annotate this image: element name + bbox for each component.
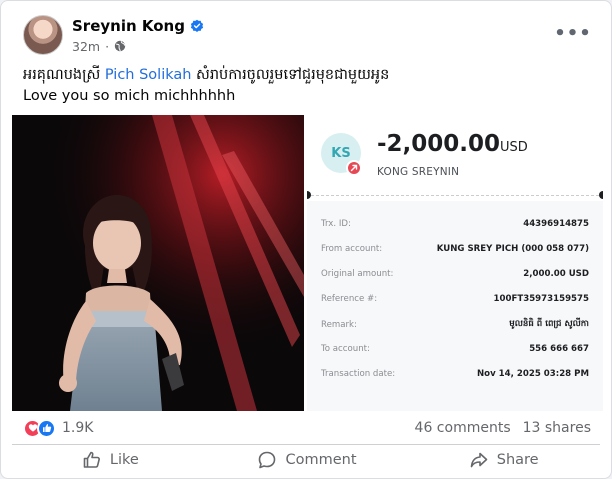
- caption-before-tag: អរគុណបងស្រី: [23, 67, 105, 83]
- comment-button[interactable]: Comment: [209, 445, 406, 475]
- receipt-header: KS -2,000.00 USD KONG SREYNIN: [307, 115, 603, 197]
- receipt-row-value: 100FT35973159575: [493, 294, 589, 304]
- receipt-row-label: Original amount:: [321, 269, 394, 279]
- more-options-icon[interactable]: •••: [554, 23, 591, 44]
- reaction-summary[interactable]: 1.9K: [23, 418, 94, 438]
- transfer-currency: USD: [500, 140, 528, 155]
- receipt-row-label: Remark:: [321, 320, 357, 330]
- post-text-line-2: Love you so mich michhhhhh: [23, 88, 236, 104]
- receipt-row: To account: 556 666 667: [321, 344, 589, 354]
- post-actions: Like Comment Share: [12, 445, 602, 475]
- like-button[interactable]: Like: [12, 445, 209, 475]
- post-time-row: 32m ·: [72, 39, 204, 54]
- receipt-row-label: Reference #:: [321, 294, 378, 304]
- receipt-divider: [311, 195, 599, 196]
- singer-photo[interactable]: [12, 115, 304, 411]
- share-label: Share: [496, 452, 539, 468]
- receipt-row: Transaction date: Nov 14, 2025 03:28 PM: [321, 369, 589, 379]
- author-avatar[interactable]: [23, 15, 63, 55]
- receipt-row-label: From account:: [321, 244, 383, 254]
- caption-after-tag: សំរាប់ការចូលរួមទៅជួរមុខជាមួយអូន: [191, 67, 390, 83]
- receipt-row-label: Transaction date:: [321, 369, 396, 379]
- post-text: អរគុណបងស្រី Pich Solikah សំរាប់ការចូលរួម…: [23, 65, 593, 107]
- post-text-line-1: អរគុណបងស្រី Pich Solikah សំរាប់ការចូលរួម…: [23, 65, 593, 86]
- receipt-row-value: 556 666 667: [529, 344, 589, 354]
- bank-transfer-receipt[interactable]: KS -2,000.00 USD KONG SREYNIN Trx. ID: 4…: [307, 115, 603, 411]
- share-button[interactable]: Share: [405, 445, 602, 475]
- author-name[interactable]: Sreynin Kong: [72, 17, 185, 35]
- receipt-row-value: Nov 14, 2025 03:28 PM: [476, 369, 589, 379]
- post-header: Sreynin Kong 32m ·: [23, 13, 204, 57]
- concert-photo-illustration: [12, 115, 304, 411]
- shares-count-link[interactable]: 13 shares: [523, 420, 591, 436]
- post-timestamp[interactable]: 32m: [72, 39, 100, 54]
- like-reaction-icon: [37, 418, 56, 438]
- facebook-post: Sreynin Kong 32m · ••• អរគុណបងស្រី Pich …: [0, 0, 612, 479]
- receipt-row-value: 2,000.00 USD: [523, 269, 589, 279]
- receipt-row: Reference #: 100FT35973159575: [321, 294, 589, 304]
- globe-icon[interactable]: [114, 40, 126, 52]
- receipt-details: Trx. ID: 44396914875 From account: KUNG …: [307, 201, 603, 411]
- engagement-stats: 1.9K 46 comments 13 shares: [23, 415, 591, 441]
- share-arrow-icon: [470, 452, 488, 468]
- tagged-person-link[interactable]: Pich Solikah: [105, 67, 192, 83]
- thumbs-up-icon: [83, 451, 100, 468]
- receipt-row-label: Trx. ID:: [321, 219, 351, 229]
- receipt-notch-right: [599, 191, 603, 199]
- receipt-row-value: មូលនិធិ ពី ពេជ្រ សូលីកា: [509, 319, 589, 329]
- receipt-row-label: To account:: [321, 344, 370, 354]
- payee-name: KONG SREYNIN: [377, 166, 460, 178]
- outgoing-arrow-icon: [346, 160, 362, 176]
- reaction-count: 1.9K: [62, 420, 94, 436]
- comment-share-counts: 46 comments 13 shares: [415, 420, 591, 436]
- like-label: Like: [109, 452, 139, 468]
- comments-count-link[interactable]: 46 comments: [415, 420, 511, 436]
- verified-badge-icon: [190, 19, 204, 32]
- comment-bubble-icon: [259, 451, 276, 469]
- receipt-notch-left: [307, 191, 311, 199]
- receipt-row-value: 44396914875: [523, 219, 589, 229]
- transfer-amount: -2,000.00: [377, 131, 501, 157]
- receipt-row: From account: KUNG SREY PICH (000 058 07…: [321, 244, 589, 254]
- author-meta: Sreynin Kong 32m ·: [72, 17, 204, 54]
- receipt-row: Remark: មូលនិធិ ពី ពេជ្រ សូលីកា: [321, 319, 589, 331]
- receipt-row: Original amount: 2,000.00 USD: [321, 269, 589, 279]
- time-separator: ·: [105, 38, 110, 54]
- comment-label: Comment: [285, 452, 357, 468]
- author-name-row: Sreynin Kong: [72, 17, 204, 35]
- receipt-row-value: KUNG SREY PICH (000 058 077): [436, 244, 589, 254]
- receipt-row: Trx. ID: 44396914875: [321, 219, 589, 229]
